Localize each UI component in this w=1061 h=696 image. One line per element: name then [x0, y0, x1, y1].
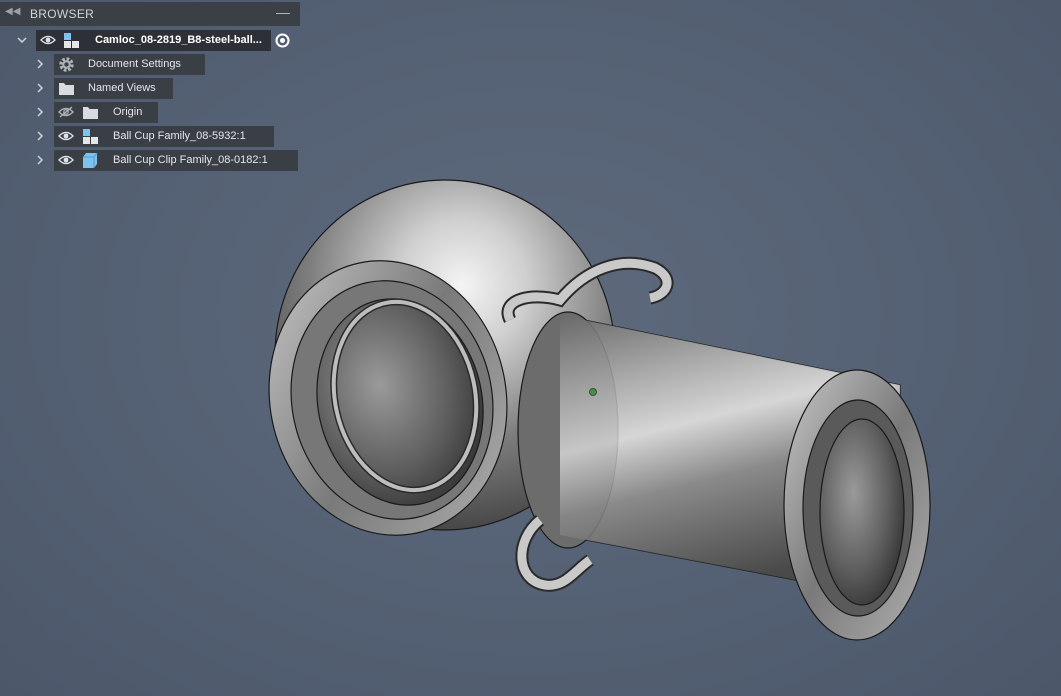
- browser-item-label: Ball Cup Family_08-5932:1: [113, 130, 246, 142]
- body-icon: [83, 152, 98, 168]
- browser-item-named-views[interactable]: Named Views: [0, 78, 300, 99]
- radio-active-icon[interactable]: [275, 33, 290, 48]
- folder-icon: [59, 83, 74, 95]
- browser-header: ◀◀ BROWSER —: [0, 2, 300, 26]
- browser-item-label: Named Views: [88, 82, 156, 94]
- pivot-point-marker[interactable]: [589, 388, 597, 396]
- minimize-icon[interactable]: —: [276, 4, 290, 20]
- gear-icon: [59, 57, 74, 72]
- eye-icon[interactable]: [58, 154, 74, 166]
- chevron-right-icon[interactable]: [34, 106, 46, 118]
- browser-item-document-settings[interactable]: Document Settings: [0, 54, 300, 75]
- component-icon: [83, 129, 98, 144]
- browser-item-label: Ball Cup Clip Family_08-0182:1: [113, 154, 268, 166]
- eye-icon[interactable]: [58, 130, 74, 142]
- collapse-panel-icon[interactable]: ◀◀: [5, 6, 20, 22]
- chevron-right-icon[interactable]: [34, 130, 46, 142]
- chevron-right-icon[interactable]: [34, 154, 46, 166]
- browser-item-origin[interactable]: Origin: [0, 102, 300, 123]
- chevron-right-icon[interactable]: [34, 82, 46, 94]
- browser-root-row[interactable]: Camloc_08-2819_B8-steel-ball...: [0, 30, 300, 51]
- chevron-right-icon[interactable]: [34, 58, 46, 70]
- shank-bore[interactable]: [819, 418, 905, 606]
- browser-item-label: Origin: [113, 106, 143, 118]
- chevron-down-icon[interactable]: [16, 34, 28, 46]
- ball-cup-model[interactable]: [244, 179, 931, 641]
- browser-item-label: Document Settings: [88, 58, 181, 70]
- component-icon: [64, 33, 79, 48]
- eye-hidden-icon[interactable]: [58, 106, 74, 118]
- folder-icon: [83, 107, 98, 119]
- eye-icon[interactable]: [40, 34, 56, 46]
- browser-item-ball-cup-family[interactable]: Ball Cup Family_08-5932:1: [0, 126, 300, 147]
- browser-root-label: Camloc_08-2819_B8-steel-ball...: [95, 34, 262, 46]
- browser-item-ball-cup-clip-family[interactable]: Ball Cup Clip Family_08-0182:1: [0, 150, 300, 171]
- browser-title: BROWSER: [30, 7, 95, 21]
